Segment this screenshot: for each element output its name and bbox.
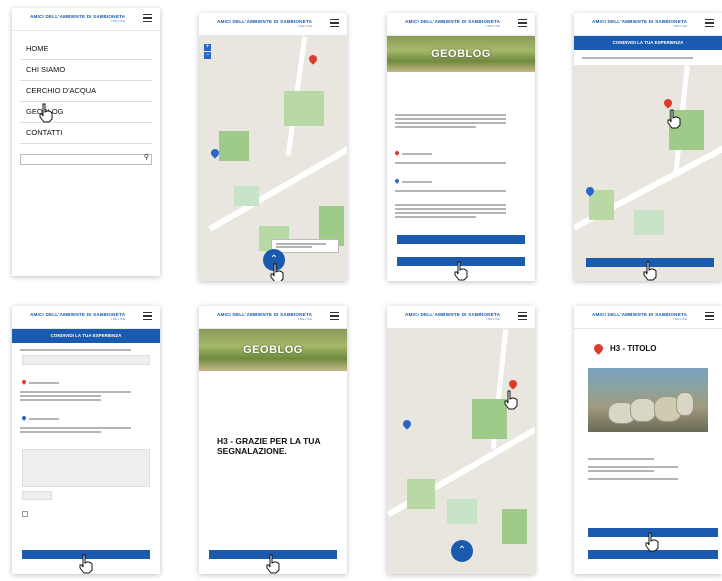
header: AMICI DELL'AMBIENTE DI SABBIONETA TREVISE (387, 13, 535, 36)
search-input[interactable]: ⚲ (20, 154, 152, 165)
site-logo[interactable]: AMICI DELL'AMBIENTE DI SABBIONETA TREVISE (405, 19, 500, 28)
share-experience-bar: CONDIVIDI LA TUA ESPERIENZA (12, 329, 160, 343)
hand-cursor-icon (266, 554, 280, 574)
map[interactable] (387, 329, 535, 574)
screen-thanks: AMICI DELL'AMBIENTE DI SABBIONETA TREVISE… (199, 306, 347, 574)
hero-title: GEOBLOG (243, 344, 303, 356)
pin-red-icon (394, 150, 400, 156)
hand-cursor-icon (79, 554, 93, 574)
menu-item-cerchio-acqua[interactable]: CERCHIO D'ACQUA (20, 81, 152, 102)
hamburger-icon[interactable] (518, 19, 527, 28)
site-logo[interactable]: AMICI DELL'AMBIENTE DI SABBIONETA TREVISE (592, 19, 687, 28)
screen-form: AMICI DELL'AMBIENTE DI SABBIONETA TREVISE… (12, 306, 160, 574)
hamburger-icon[interactable] (143, 312, 152, 321)
menu-item-contatti[interactable]: CONTATTI (20, 123, 152, 144)
hero-image: GEOBLOG (199, 329, 347, 371)
hand-cursor-icon (504, 390, 518, 410)
description-textarea[interactable] (22, 449, 150, 487)
screen-share-map: AMICI DELL'AMBIENTE DI SABBIONETA TREVISE… (574, 13, 722, 281)
hero-image: GEOBLOG (387, 36, 535, 72)
pin-blue-icon (21, 415, 27, 421)
hero-title: GEOBLOG (431, 48, 491, 60)
screen-geoblog: AMICI DELL'AMBIENTE DI SABBIONETA TREVISE… (387, 13, 535, 281)
share-experience-bar: CONDIVIDI LA TUA ESPERIENZA (574, 36, 722, 50)
header: AMICI DELL'AMBIENTE DI SABBIONETA TREVISE (574, 306, 722, 329)
hamburger-icon[interactable] (705, 19, 714, 28)
report-photo (588, 368, 708, 432)
map[interactable] (574, 65, 722, 281)
detail-title: H3 - TITOLO (610, 344, 657, 353)
name-input[interactable] (22, 355, 150, 365)
screen-map: AMICI DELL'AMBIENTE DI SABBIONETA TREVISE… (199, 13, 347, 281)
site-logo[interactable]: AMICI DELL'AMBIENTE DI SABBIONETA TREVISE (217, 312, 312, 321)
header: AMICI DELL'AMBIENTE DI SABBIONETA TREVISE (387, 306, 535, 329)
header: AMICI DELL'AMBIENTE DI SABBIONETA TREVISE (199, 306, 347, 329)
header: AMICI DELL'AMBIENTE DI SABBIONETA TREVISE (199, 13, 347, 36)
site-logo[interactable]: AMICI DELL'AMBIENTE DI SABBIONETA TREVISE (405, 312, 500, 321)
hamburger-icon[interactable] (518, 312, 527, 321)
pin-red-icon (21, 379, 27, 385)
hand-cursor-icon (454, 261, 468, 281)
menu-item-home[interactable]: HOME (20, 39, 152, 60)
hamburger-icon[interactable] (330, 19, 339, 28)
site-logo[interactable]: AMICI DELL'AMBIENTE DI SABBIONETA TREVISE (30, 312, 125, 321)
header: AMICI DELL'AMBIENTE DI SABBIONETA TREVISE (12, 306, 160, 329)
hamburger-icon[interactable] (330, 312, 339, 321)
screen-detail: AMICI DELL'AMBIENTE DI SABBIONETA TREVISE… (574, 306, 722, 574)
site-logo[interactable]: AMICI DELL'AMBIENTE DI SABBIONETA TREVISE (217, 19, 312, 28)
header: AMICI DELL'AMBIENTE DI SABBIONETA TREVISE (12, 8, 160, 31)
hand-cursor-icon (667, 109, 681, 129)
screen-map-updated: AMICI DELL'AMBIENTE DI SABBIONETA TREVISE… (387, 306, 535, 574)
screen-menu: AMICI DELL'AMBIENTE DI SABBIONETA TREVISE… (12, 8, 160, 276)
pin-blue-icon (394, 178, 400, 184)
thanks-heading: H3 - GRAZIE PER LA TUA SEGNALAZIONE. (217, 436, 321, 456)
zoom-out-button[interactable]: − (204, 52, 211, 59)
hand-cursor-icon (39, 103, 53, 123)
zoom-in-button[interactable]: + (204, 44, 211, 51)
hand-cursor-icon (645, 532, 659, 552)
privacy-checkbox[interactable] (22, 504, 150, 522)
hand-cursor-icon (643, 261, 657, 281)
header: AMICI DELL'AMBIENTE DI SABBIONETA TREVISE (574, 13, 722, 36)
hand-cursor-icon (270, 263, 284, 281)
scroll-up-button[interactable]: ⌃ (451, 540, 473, 562)
hamburger-icon[interactable] (705, 312, 714, 321)
search-icon[interactable]: ⚲ (144, 153, 149, 161)
site-logo[interactable]: AMICI DELL'AMBIENTE DI SABBIONETA TREVISE (592, 312, 687, 321)
map-button[interactable] (397, 235, 525, 244)
hamburger-icon[interactable] (143, 14, 152, 23)
menu-item-chi-siamo[interactable]: CHI SIAMO (20, 60, 152, 81)
pin-red-icon (592, 342, 605, 355)
site-logo[interactable]: AMICI DELL'AMBIENTE DI SABBIONETA TREVISE (30, 14, 125, 23)
upload-button[interactable] (22, 491, 52, 500)
